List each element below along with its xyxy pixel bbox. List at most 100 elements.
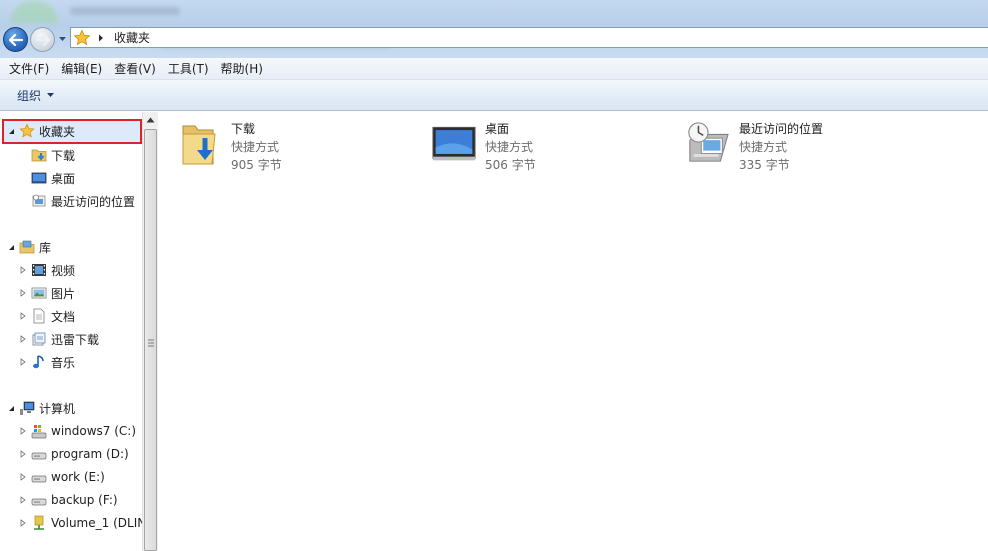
music-note-icon	[30, 354, 47, 371]
breadcrumb-favorites[interactable]: 收藏夹	[114, 29, 150, 46]
blurred-window-title	[10, 1, 240, 23]
expanded-arrow-icon[interactable]	[6, 126, 16, 136]
computer-icon	[18, 400, 35, 417]
navigation-scrollbar[interactable]	[142, 112, 158, 551]
nav-computer-label: 计算机	[39, 401, 76, 416]
nav-item-label: windows7 (C:)	[51, 424, 137, 438]
collapsed-arrow-icon[interactable]	[18, 357, 28, 367]
file-item-downloads[interactable]: 下载 快捷方式 905 字节	[178, 120, 428, 180]
nav-libraries[interactable]: 库	[6, 236, 51, 258]
file-size: 506 字节	[485, 158, 536, 172]
command-bar: 组织	[0, 80, 988, 111]
nav-item-label: 最近访问的位置	[51, 194, 136, 209]
menu-tools[interactable]: 工具(T)	[162, 59, 215, 79]
nav-item-documents[interactable]: 文档	[18, 305, 75, 327]
desktop-icon	[432, 120, 476, 168]
pictures-library-icon	[30, 285, 47, 302]
file-item-desktop[interactable]: 桌面 快捷方式 506 字节	[432, 120, 682, 180]
menu-edit[interactable]: 编辑(E)	[55, 59, 108, 79]
collapsed-arrow-icon[interactable]	[18, 518, 28, 528]
address-bar[interactable]: 收藏夹	[70, 27, 988, 48]
nav-item-label: Volume_1 (DLINK	[51, 516, 142, 530]
nav-item-downloads[interactable]: 下载	[30, 144, 75, 166]
collapsed-arrow-icon[interactable]	[18, 288, 28, 298]
nav-network-drive[interactable]: Volume_1 (DLINK	[18, 512, 142, 534]
menu-file[interactable]: 文件(F)	[3, 59, 55, 79]
documents-library-icon	[30, 308, 47, 325]
nav-item-label: program (D:)	[51, 447, 129, 461]
file-type: 快捷方式	[231, 140, 280, 154]
nav-item-xunlei-downloads[interactable]: 迅雷下载	[18, 328, 99, 350]
library-icon	[30, 331, 47, 348]
collapsed-arrow-icon[interactable]	[18, 265, 28, 275]
video-library-icon	[30, 262, 47, 279]
hard-drive-icon	[30, 469, 47, 486]
collapsed-arrow-icon[interactable]	[18, 472, 28, 482]
nav-drive-d[interactable]: program (D:)	[18, 443, 129, 465]
nav-item-pictures[interactable]: 图片	[18, 282, 75, 304]
favorites-star-icon	[18, 123, 35, 140]
desktop-icon	[30, 170, 47, 187]
nav-item-desktop[interactable]: 桌面	[30, 167, 75, 189]
arrow-left-icon	[8, 33, 23, 46]
nav-item-label: 视频	[51, 263, 76, 278]
nav-item-label: backup (F:)	[51, 493, 118, 507]
menu-help[interactable]: 帮助(H)	[215, 59, 269, 79]
nav-computer[interactable]: 计算机	[6, 397, 75, 419]
file-name: 下载	[231, 122, 256, 136]
collapsed-arrow-icon[interactable]	[18, 495, 28, 505]
arrow-right-icon	[35, 33, 50, 46]
menu-view[interactable]: 查看(V)	[108, 59, 162, 79]
nav-item-label: 下载	[51, 148, 76, 163]
recent-pages-dropdown-icon[interactable]	[58, 34, 67, 43]
back-button[interactable]	[3, 27, 28, 52]
nav-favorites-label: 收藏夹	[39, 124, 76, 139]
favorites-star-icon	[73, 29, 91, 45]
title-bar: 收藏夹	[0, 0, 988, 58]
scroll-up-arrow-icon[interactable]	[146, 117, 155, 123]
breadcrumb-arrow-icon[interactable]	[96, 33, 106, 43]
nav-drive-e[interactable]: work (E:)	[18, 466, 105, 488]
collapsed-arrow-icon[interactable]	[18, 311, 28, 321]
hard-drive-icon	[30, 446, 47, 463]
expanded-arrow-icon[interactable]	[6, 403, 16, 413]
organize-label: 组织	[17, 88, 42, 103]
file-item-recent-places[interactable]: 最近访问的位置 快捷方式 335 字节	[686, 120, 936, 180]
expanded-arrow-icon[interactable]	[6, 242, 16, 252]
nav-item-label: 迅雷下载	[51, 332, 100, 347]
file-type: 快捷方式	[485, 140, 534, 154]
nav-item-label: 桌面	[51, 171, 76, 186]
file-name: 最近访问的位置	[739, 122, 824, 136]
collapsed-arrow-icon[interactable]	[18, 426, 28, 436]
network-drive-icon	[30, 515, 47, 532]
nav-drive-c[interactable]: windows7 (C:)	[18, 420, 136, 442]
collapsed-arrow-icon[interactable]	[18, 334, 28, 344]
collapsed-arrow-icon[interactable]	[18, 449, 28, 459]
scroll-thumb[interactable]	[144, 129, 157, 551]
file-list: 下载 快捷方式 905 字节 桌面 快捷方式 506 字节 最近访问的位置 快捷…	[158, 112, 988, 551]
organize-button[interactable]: 组织	[11, 85, 60, 106]
file-size: 335 字节	[739, 158, 790, 172]
nav-item-videos[interactable]: 视频	[18, 259, 75, 281]
file-size: 905 字节	[231, 158, 282, 172]
nav-item-label: 图片	[51, 286, 76, 301]
nav-item-label: 音乐	[51, 355, 76, 370]
downloads-folder-icon	[30, 147, 47, 164]
navigation-pane: 收藏夹 下载 桌面 最近访问的位置 库 视频 图片 文档 迅雷下载 音乐 计算机…	[0, 112, 142, 551]
forward-button[interactable]	[30, 27, 55, 52]
nav-item-music[interactable]: 音乐	[18, 351, 75, 373]
nav-item-label: 文档	[51, 309, 76, 324]
recent-places-icon	[686, 120, 730, 168]
downloads-folder-icon	[178, 120, 222, 168]
nav-item-recent-places[interactable]: 最近访问的位置	[30, 190, 135, 212]
file-type: 快捷方式	[739, 140, 788, 154]
nav-drive-f[interactable]: backup (F:)	[18, 489, 118, 511]
scroll-grip-icon	[148, 339, 154, 347]
hard-drive-icon	[30, 492, 47, 509]
system-drive-icon	[30, 423, 47, 440]
nav-favorites[interactable]: 收藏夹	[6, 120, 75, 142]
chevron-down-icon	[47, 93, 55, 97]
recent-places-icon	[30, 193, 47, 210]
file-name: 桌面	[485, 122, 510, 136]
nav-libraries-label: 库	[39, 240, 52, 255]
